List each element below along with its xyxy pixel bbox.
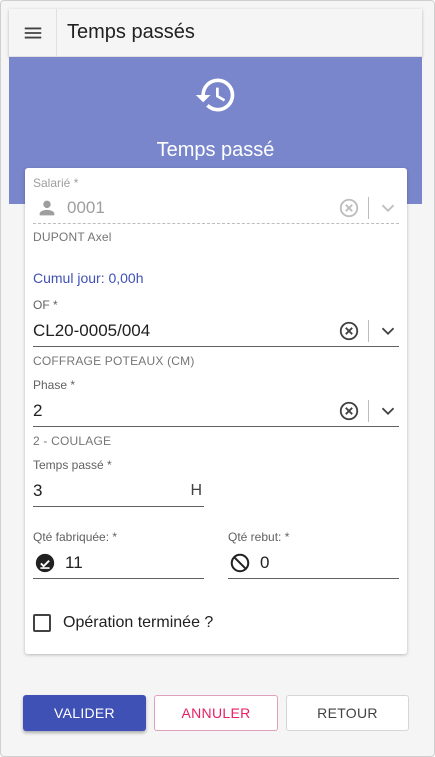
hamburger-menu-icon <box>24 27 41 38</box>
clear-icon[interactable] <box>338 197 360 219</box>
person-icon <box>35 196 59 220</box>
employee-select[interactable]: 0001 <box>33 192 399 224</box>
cancel-button[interactable]: Annuler <box>154 695 278 731</box>
menu-button[interactable] <box>9 8 57 57</box>
phase-description: 2 - COULAGE <box>33 434 112 448</box>
block-icon <box>228 551 252 575</box>
employee-name: DUPONT Axel <box>33 230 112 244</box>
chevron-down-icon[interactable] <box>377 400 399 422</box>
scrap-quantity-input[interactable]: 0 <box>228 547 399 579</box>
divider <box>368 196 369 219</box>
top-app-bar: Temps passés <box>9 8 422 57</box>
history-icon <box>195 78 235 112</box>
action-bar: Valider Annuler Retour <box>23 695 409 731</box>
validate-button[interactable]: Valider <box>23 695 146 731</box>
quantity-made-input[interactable]: 11 <box>33 547 204 579</box>
phase-value: 2 <box>33 400 43 420</box>
scrap-quantity-value: 0 <box>260 552 270 572</box>
employee-label: Salarié * <box>33 176 79 190</box>
employee-value: 0001 <box>67 197 105 217</box>
employee-field: Salarié * 0001 DUPONT Axel <box>33 176 399 256</box>
phase-select[interactable]: 2 <box>33 395 399 427</box>
daily-total: Cumul jour: 0,00h <box>33 270 144 286</box>
divider <box>368 399 369 422</box>
time-value: 3 <box>33 480 43 500</box>
time-entry-form: Salarié * 0001 DUPONT Axel Cumul jour: 0… <box>25 168 407 654</box>
app-frame: Temps passés Temps passé Salarié * 0001 <box>0 0 435 757</box>
operation-done-row: Opération terminée ? <box>33 614 213 632</box>
of-value: CL20-0005/004 <box>33 320 151 340</box>
phase-field: Phase * 2 2 - COULAGE <box>33 378 399 450</box>
scrap-quantity-field: Qté rebut: * 0 <box>228 530 399 582</box>
chevron-down-icon[interactable] <box>377 197 399 219</box>
chevron-down-icon[interactable] <box>377 320 399 342</box>
phase-label: Phase * <box>33 378 76 392</box>
done-circle-icon <box>33 551 57 575</box>
back-button[interactable]: Retour <box>286 695 409 731</box>
time-input[interactable]: 3 H <box>33 475 204 507</box>
clear-icon[interactable] <box>338 320 360 342</box>
time-label: Temps passé * <box>33 458 112 472</box>
scrap-quantity-label: Qté rebut: * <box>228 530 290 544</box>
quantity-made-field: Qté fabriquée: * 11 <box>33 530 204 582</box>
time-unit: H <box>190 481 202 499</box>
divider <box>368 319 369 342</box>
of-field: OF * CL20-0005/004 COFFRAGE POTEAUX (CM) <box>33 298 399 370</box>
page-title: Temps passé <box>156 139 275 161</box>
quantity-made-label: Qté fabriquée: * <box>33 530 118 544</box>
operation-done-checkbox[interactable] <box>33 614 51 632</box>
of-label: OF * <box>33 298 58 312</box>
quantity-made-value: 11 <box>65 552 83 572</box>
time-field: Temps passé * 3 H <box>33 458 204 510</box>
of-description: COFFRAGE POTEAUX (CM) <box>33 354 195 368</box>
clear-icon[interactable] <box>338 400 360 422</box>
of-select[interactable]: CL20-0005/004 <box>33 315 399 347</box>
operation-done-label[interactable]: Opération terminée ? <box>63 614 213 632</box>
app-title: Temps passés <box>67 21 195 43</box>
